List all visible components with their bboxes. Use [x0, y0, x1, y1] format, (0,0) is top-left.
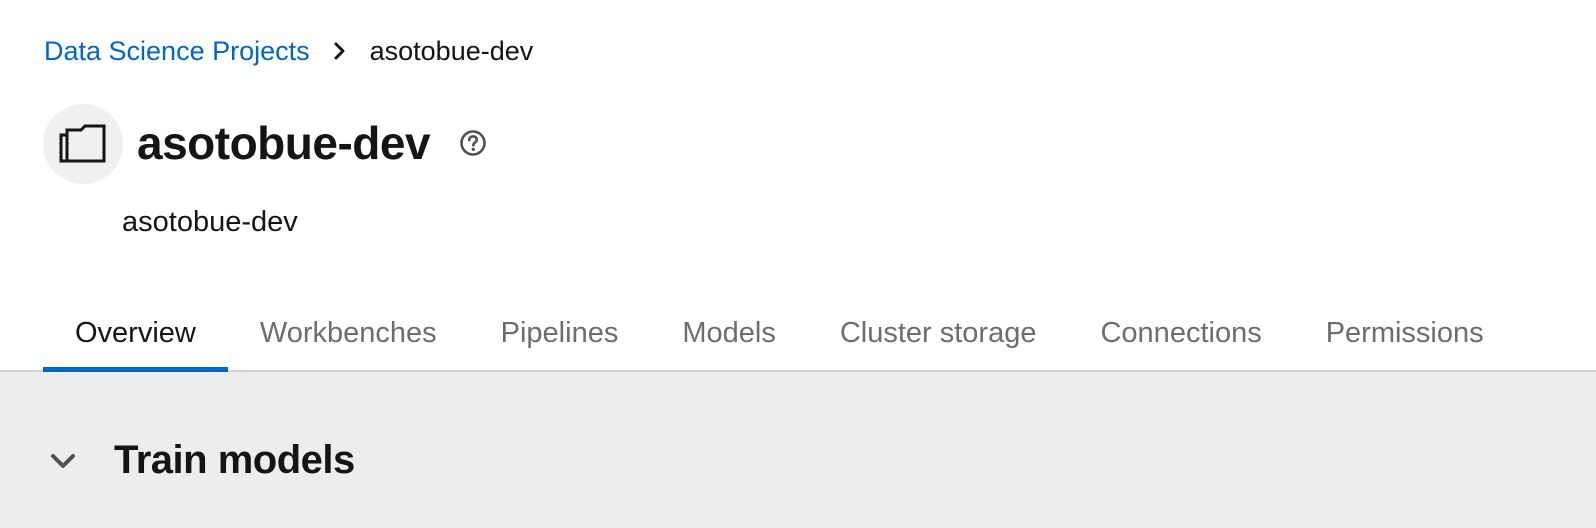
overview-content: Train models — [0, 372, 1596, 528]
chevron-right-icon — [310, 32, 370, 70]
tab-permissions[interactable]: Permissions — [1294, 296, 1516, 370]
tab-cluster-storage[interactable]: Cluster storage — [808, 296, 1069, 370]
project-avatar — [43, 104, 123, 184]
section-title-train-models: Train models — [114, 438, 355, 482]
page-subtitle: asotobue-dev — [122, 206, 298, 238]
tab-pipelines[interactable]: Pipelines — [469, 296, 651, 370]
chevron-down-icon[interactable] — [46, 444, 80, 478]
breadcrumb-current: asotobue-dev — [369, 35, 534, 66]
folder-icon — [59, 124, 106, 163]
project-details-page: Data Science Projects asotobue-dev asoto… — [0, 0, 1596, 528]
tab-models[interactable]: Models — [650, 296, 808, 370]
question-circle-icon[interactable] — [458, 128, 488, 158]
page-title: asotobue-dev — [137, 117, 431, 169]
tab-overview[interactable]: Overview — [43, 296, 228, 372]
breadcrumb: Data Science Projects asotobue-dev — [44, 32, 533, 70]
breadcrumb-link-projects[interactable]: Data Science Projects — [44, 36, 310, 67]
tab-connections[interactable]: Connections — [1068, 296, 1293, 370]
project-tabs: Overview Workbenches Pipelines Models Cl… — [0, 296, 1596, 372]
tab-workbenches[interactable]: Workbenches — [228, 296, 469, 370]
